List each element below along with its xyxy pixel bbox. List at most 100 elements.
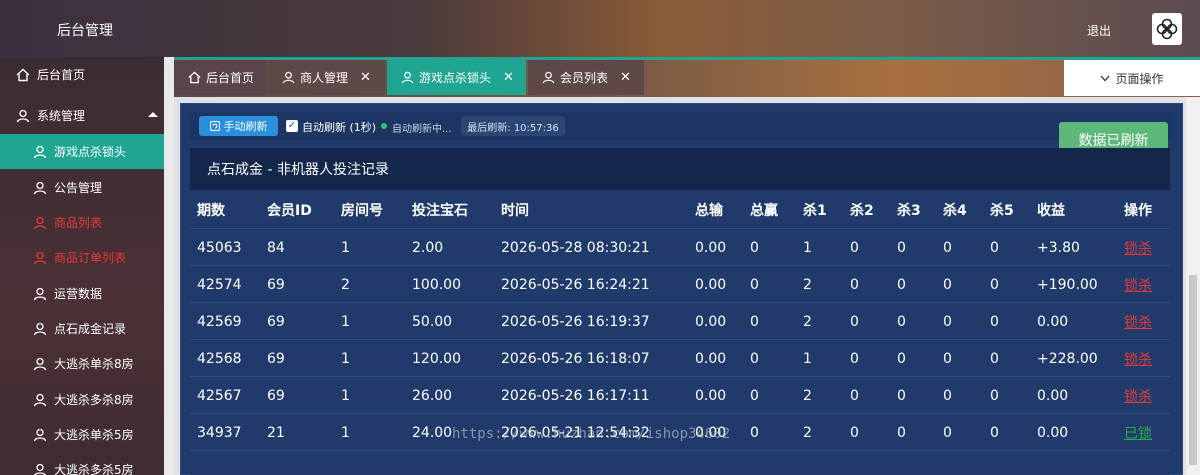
sidebar-item-label: 公告管理 (54, 181, 103, 195)
table-cell: 2 (803, 387, 812, 404)
chevron-down-icon (1100, 75, 1110, 82)
column-header: 会员ID (267, 202, 312, 219)
table-cell: 0 (943, 387, 952, 404)
table-cell: 0.00 (1037, 313, 1069, 330)
table-cell: 1 (341, 387, 350, 404)
table-cell: 2026-05-26 16:17:11 (501, 387, 650, 404)
close-icon[interactable]: ✕ (620, 70, 631, 85)
sidebar-item-game-kill-lock[interactable]: 游戏点杀锁头 (0, 134, 164, 169)
user-icon (32, 427, 48, 443)
table-cell: 0 (990, 276, 999, 293)
table-cell: 0 (750, 239, 759, 256)
table-cell: 2 (803, 424, 812, 441)
page-operations-dropdown[interactable]: 页面操作 (1064, 60, 1200, 96)
lock-kill-link[interactable]: 锁杀 (1124, 303, 1152, 340)
watermark-text: https://www.huzhan.com/ishop34602 (452, 426, 731, 442)
table-cell: 0 (990, 424, 999, 441)
sidebar-item-gold-records[interactable]: 点石成金记录 (0, 311, 164, 346)
lock-kill-link[interactable]: 锁杀 (1124, 229, 1152, 266)
table-cell: 0 (850, 313, 859, 330)
last-refresh-badge: 最后刷新: 10:57:36 (461, 116, 565, 136)
sidebar-item-br-multi-5[interactable]: 大逃杀多杀5房 (0, 452, 164, 475)
sidebar-item-products[interactable]: 商品列表 (0, 205, 164, 240)
table-cell: 0 (943, 276, 952, 293)
tab-label: 商人管理 (300, 71, 349, 85)
table-cell: 1 (803, 350, 812, 367)
table-cell: 84 (267, 239, 285, 256)
table-cell: 0 (943, 239, 952, 256)
flower-logo-icon[interactable] (1152, 13, 1182, 45)
user-icon (32, 215, 48, 231)
column-header: 时间 (501, 202, 529, 219)
table-cell: 69 (267, 387, 285, 404)
manual-refresh-label: 手动刷新 (223, 120, 268, 133)
column-header: 杀4 (943, 202, 967, 219)
scrollbar-thumb[interactable] (1189, 275, 1197, 465)
tab-member-list[interactable]: 会员列表 ✕ (528, 60, 644, 95)
tab-home[interactable]: 后台首页 (174, 60, 266, 95)
table-cell: 0 (850, 424, 859, 441)
user-icon (32, 356, 48, 372)
tab-label: 后台首页 (206, 71, 255, 85)
table-cell: 120.00 (412, 350, 461, 367)
column-header: 杀3 (897, 202, 921, 219)
refresh-icon (209, 121, 220, 131)
auto-refresh-label: 自动刷新 (1秒) (302, 121, 377, 134)
table-cell: 0.00 (1037, 424, 1069, 441)
sidebar-item-br-multi-8[interactable]: 大逃杀多杀8房 (0, 382, 164, 417)
sidebar-item-home[interactable]: 后台首页 (0, 57, 164, 92)
table-cell: 42567 (197, 387, 242, 404)
table-cell: 0 (750, 350, 759, 367)
lock-kill-link[interactable]: 锁杀 (1124, 377, 1152, 414)
user-icon (32, 250, 48, 266)
table-cell: 24.00 (412, 424, 453, 441)
logout-link[interactable]: 退出 (1087, 22, 1111, 39)
caret-up-icon (148, 112, 158, 117)
column-header: 房间号 (341, 202, 383, 219)
table-cell: 0 (897, 350, 906, 367)
content-scrollbar[interactable] (1186, 97, 1200, 475)
close-icon[interactable]: ✕ (360, 70, 371, 85)
table-cell: 69 (267, 313, 285, 330)
table-cell: 2 (803, 313, 812, 330)
sidebar-item-br-single-8[interactable]: 大逃杀单杀8房 (0, 346, 164, 381)
table-cell: 0 (750, 387, 759, 404)
close-icon[interactable]: ✕ (503, 70, 514, 85)
user-icon (32, 392, 48, 408)
table-cell: 0 (850, 387, 859, 404)
table-cell: 0 (990, 387, 999, 404)
table-cell: 45063 (197, 239, 242, 256)
lock-kill-link[interactable]: 锁杀 (1124, 340, 1152, 377)
table-cell: +228.00 (1037, 350, 1098, 367)
sidebar-item-br-single-5[interactable]: 大逃杀单杀5房 (0, 417, 164, 452)
sidebar-item-notice[interactable]: 公告管理 (0, 170, 164, 205)
table-cell: 50.00 (412, 313, 453, 330)
column-header: 收益 (1037, 202, 1065, 219)
table-cell: 21 (267, 424, 285, 441)
auto-refresh-status: 自动刷新中... (392, 124, 452, 135)
table-cell: 0.00 (695, 350, 727, 367)
column-header: 总输 (695, 202, 723, 219)
tab-merchant[interactable]: 商人管理 ✕ (268, 60, 385, 95)
table-cell: 0.00 (695, 313, 727, 330)
table-cell: 0 (850, 239, 859, 256)
auto-refresh-checkbox[interactable]: ✓ (286, 120, 298, 132)
status-dot (381, 123, 387, 129)
sidebar-item-label: 大逃杀多杀5房 (54, 463, 134, 475)
sidebar-item-label: 系统管理 (37, 109, 86, 123)
table-cell: 0 (750, 313, 759, 330)
sidebar-scrollbar[interactable] (164, 57, 174, 475)
table-cell: +190.00 (1037, 276, 1098, 293)
manual-refresh-button[interactable]: 手动刷新 (199, 116, 278, 136)
user-icon (32, 144, 48, 160)
sidebar-item-system[interactable]: 系统管理 (0, 98, 164, 133)
sidebar-item-operations[interactable]: 运营数据 (0, 276, 164, 311)
lock-kill-link[interactable]: 已锁 (1124, 414, 1152, 451)
tab-label: 游戏点杀锁头 (419, 71, 492, 85)
table-cell: 0 (850, 350, 859, 367)
column-header: 操作 (1124, 202, 1152, 219)
sidebar-item-product-orders[interactable]: 商品订单列表 (0, 240, 164, 275)
tab-game-kill-lock[interactable]: 游戏点杀锁头 ✕ (387, 60, 526, 95)
user-icon (32, 286, 48, 302)
lock-kill-link[interactable]: 锁杀 (1124, 266, 1152, 303)
